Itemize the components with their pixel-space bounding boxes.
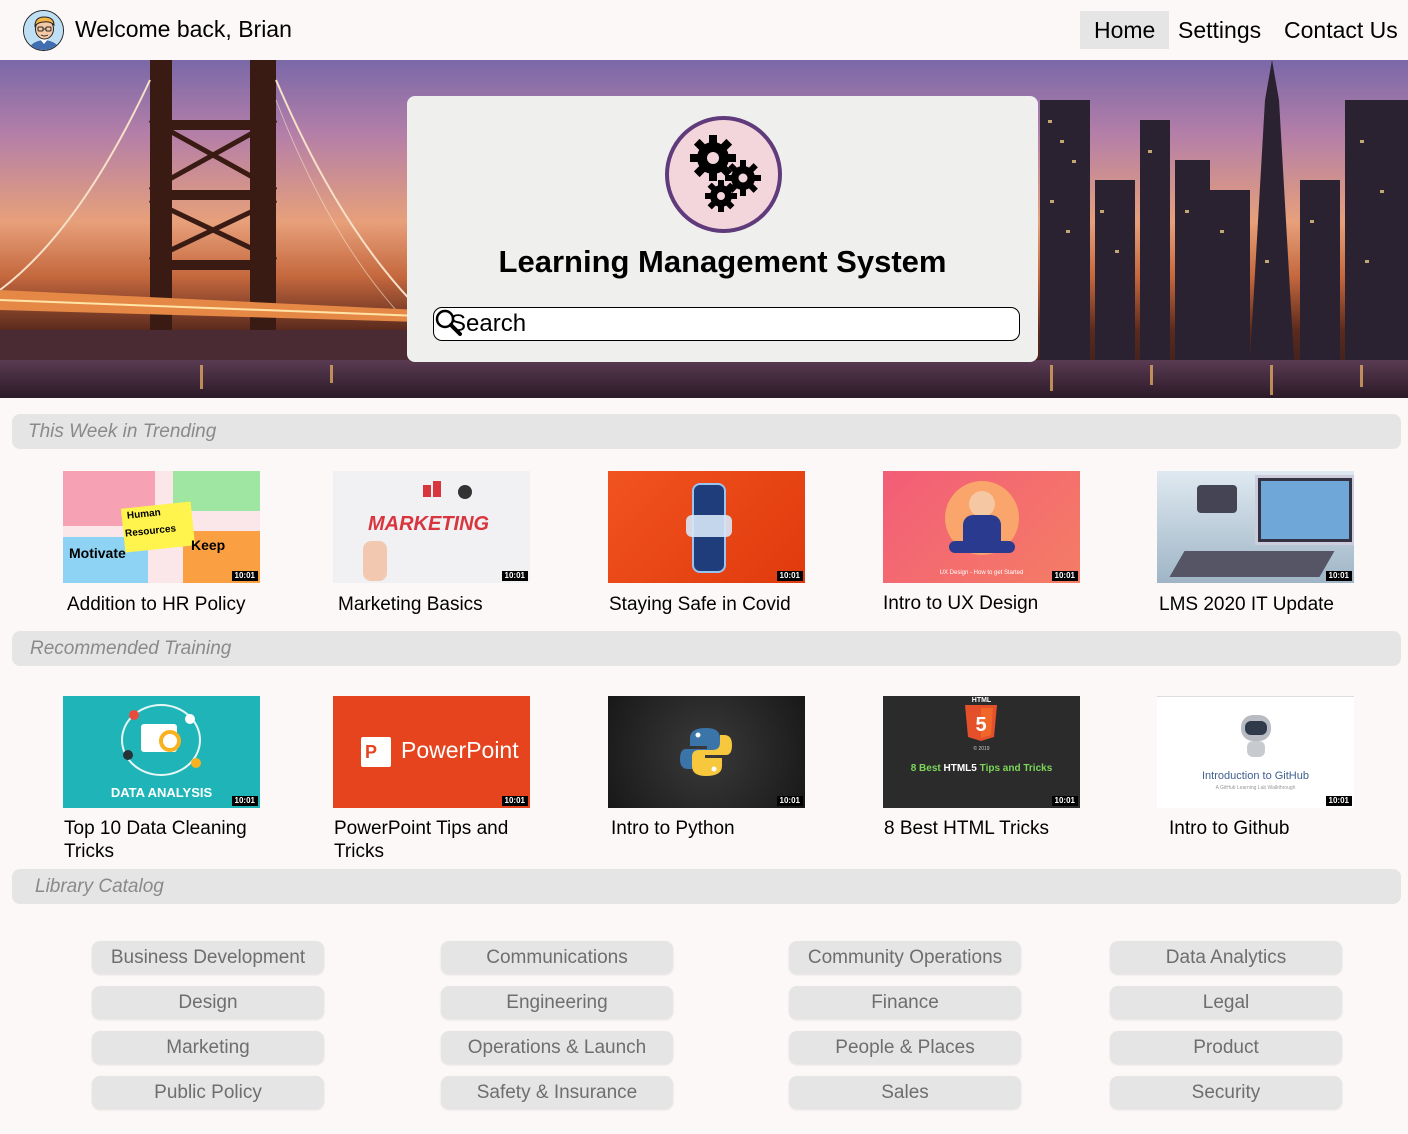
video-title[interactable]: Intro to Python (608, 817, 808, 840)
catalog-data-analytics[interactable]: Data Analytics (1110, 941, 1342, 974)
video-title[interactable]: PowerPoint Tips and Tricks (333, 817, 563, 863)
video-thumbnail[interactable]: Human Resources Motivate Keep 10:01 (63, 471, 260, 583)
catalog-public-policy[interactable]: Public Policy (92, 1076, 324, 1109)
section-title: Library Catalog (35, 876, 164, 897)
nav-home[interactable]: Home (1080, 11, 1169, 49)
catalog-safety-insurance[interactable]: Safety & Insurance (441, 1076, 673, 1109)
video-title[interactable]: Intro to Github (1157, 817, 1357, 840)
video-thumbnail[interactable]: HTML 5 © 2019 8 Best HTML5 Tips and Tric… (883, 696, 1080, 808)
video-title[interactable]: Top 10 Data Cleaning Tricks (63, 817, 293, 863)
welcome-message: Welcome back, Brian (75, 16, 292, 42)
thumb-text: Introduction to GitHub (1201, 770, 1309, 782)
thumb-text: PowerPoint (401, 737, 519, 763)
catalog-sales[interactable]: Sales (789, 1076, 1021, 1109)
video-title[interactable]: LMS 2020 IT Update (1157, 593, 1357, 616)
thumb-text: A GitHub Learning Lab Walkthrough (1215, 785, 1296, 791)
video-duration: 10:01 (501, 796, 528, 806)
catalog-product[interactable]: Product (1110, 1031, 1342, 1064)
video-title[interactable]: Marketing Basics (333, 593, 533, 616)
video-duration: 10:01 (1051, 571, 1078, 581)
video-duration: 10:01 (501, 571, 528, 581)
video-thumbnail[interactable]: UX Design - How to get Started 10:01 (883, 471, 1080, 583)
html5-logo-icon: 5 (965, 705, 997, 741)
video-thumbnail[interactable]: 10:01 (608, 471, 805, 583)
search-input[interactable] (450, 310, 970, 338)
video-card-marketing-basics[interactable]: MARKETING 10:01 Marketing Basics (333, 471, 533, 616)
hero-banner: Learning Management System (0, 60, 1408, 398)
section-recommended: Recommended Training (12, 631, 1401, 666)
catalog-community-operations[interactable]: Community Operations (789, 941, 1021, 974)
video-title[interactable]: Addition to HR Policy (63, 593, 263, 616)
video-thumbnail[interactable]: 10:01 (1157, 471, 1354, 583)
video-duration: 10:01 (1325, 796, 1352, 806)
video-card-hr-policy[interactable]: Human Resources Motivate Keep 10:01 Addi… (63, 471, 263, 616)
video-title[interactable]: Intro to UX Design (883, 592, 1083, 615)
video-card-lms-it-update[interactable]: 10:01 LMS 2020 IT Update (1157, 471, 1357, 616)
video-thumbnail[interactable]: P PowerPoint 10:01 (333, 696, 530, 808)
search-icon[interactable] (434, 308, 462, 336)
thumb-text: Tips and Tricks (979, 763, 1053, 774)
section-trending: This Week in Trending (12, 414, 1401, 449)
catalog-legal[interactable]: Legal (1110, 986, 1342, 1019)
video-card-staying-safe[interactable]: 10:01 Staying Safe in Covid (608, 471, 808, 616)
catalog-design[interactable]: Design (92, 986, 324, 1019)
python-logo-icon (680, 728, 732, 776)
app-logo (665, 116, 782, 233)
video-duration: 10:01 (1325, 571, 1352, 581)
video-thumbnail[interactable]: Introduction to GitHub A GitHub Learning… (1157, 696, 1354, 808)
nav-contact-us[interactable]: Contact Us (1270, 11, 1408, 49)
catalog-marketing[interactable]: Marketing (92, 1031, 324, 1064)
catalog-communications[interactable]: Communications (441, 941, 673, 974)
thumb-text: HTML5 (943, 763, 977, 774)
video-thumbnail[interactable]: MARKETING 10:01 (333, 471, 530, 583)
catalog-people-places[interactable]: People & Places (789, 1031, 1021, 1064)
section-title: This Week in Trending (28, 421, 217, 442)
svg-text:5: 5 (975, 714, 986, 736)
video-duration: 10:01 (1051, 796, 1078, 806)
video-duration: 10:01 (231, 796, 258, 806)
video-duration: 10:01 (231, 571, 258, 581)
section-catalog: Library Catalog (12, 869, 1401, 904)
video-duration: 10:01 (776, 796, 803, 806)
search-box (433, 307, 1020, 341)
video-thumbnail[interactable]: 10:01 (608, 696, 805, 808)
video-duration: 10:01 (776, 571, 803, 581)
video-thumbnail[interactable]: DATA ANALYSIS 10:01 (63, 696, 260, 808)
video-title[interactable]: Staying Safe in Covid (608, 593, 808, 616)
catalog-business-development[interactable]: Business Development (92, 941, 324, 974)
hero-panel: Learning Management System (407, 96, 1038, 362)
avatar-icon (24, 11, 63, 50)
thumb-text: Motivate (69, 545, 126, 561)
thumb-text: HTML (971, 697, 992, 704)
gears-icon (690, 135, 761, 212)
video-card-powerpoint-tips[interactable]: P PowerPoint 10:01 PowerPoint Tips and T… (333, 696, 533, 863)
thumb-text: Keep (191, 537, 226, 553)
thumb-text: 8 Best (910, 763, 941, 774)
video-card-intro-github[interactable]: Introduction to GitHub A GitHub Learning… (1157, 696, 1357, 840)
catalog-security[interactable]: Security (1110, 1076, 1342, 1109)
app-title: Learning Management System (498, 244, 947, 279)
video-card-html-tricks[interactable]: HTML 5 © 2019 8 Best HTML5 Tips and Tric… (883, 696, 1083, 840)
nav-settings[interactable]: Settings (1164, 11, 1275, 49)
thumb-text: MARKETING (368, 513, 490, 535)
section-title: Recommended Training (30, 638, 232, 659)
video-card-ux-design[interactable]: UX Design - How to get Started 10:01 Int… (883, 471, 1083, 615)
thumb-text: DATA ANALYSIS (110, 785, 213, 800)
catalog-engineering[interactable]: Engineering (441, 986, 673, 1019)
video-title[interactable]: 8 Best HTML Tricks (883, 817, 1083, 840)
top-bar: Welcome back, Brian Home Settings Contac… (0, 0, 1408, 60)
video-card-intro-python[interactable]: 10:01 Intro to Python (608, 696, 808, 840)
thumb-text: UX Design - How to get Started (939, 570, 1024, 576)
catalog-operations-launch[interactable]: Operations & Launch (441, 1031, 673, 1064)
thumb-text: © 2019 (973, 746, 990, 752)
user-avatar[interactable] (23, 10, 64, 51)
catalog-finance[interactable]: Finance (789, 986, 1021, 1019)
video-card-data-cleaning[interactable]: DATA ANALYSIS 10:01 Top 10 Data Cleaning… (63, 696, 263, 863)
